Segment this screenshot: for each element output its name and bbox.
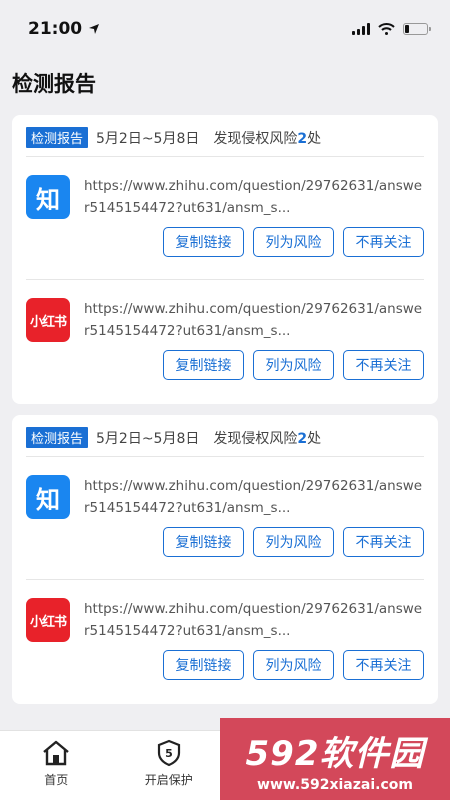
page-title: 检测报告: [12, 72, 96, 96]
mark-risk-button[interactable]: 列为风险: [253, 650, 334, 680]
status-left: 21:00: [28, 19, 100, 39]
report-card-header: 检测报告 5月2日~5月8日 发现侵权风险2处: [26, 427, 424, 457]
risk-count: 2: [297, 430, 308, 447]
item-actions: 复制链接 列为风险 不再关注: [84, 350, 424, 380]
tab-protect[interactable]: 5 开启保护: [113, 731, 226, 800]
zhihu-logo-icon: 知: [26, 175, 70, 219]
location-arrow-icon: [89, 24, 100, 34]
copy-link-button[interactable]: 复制链接: [163, 527, 244, 557]
item-url: https://www.zhihu.com/question/29762631/…: [84, 178, 423, 216]
item-url: https://www.zhihu.com/question/29762631/…: [84, 301, 423, 339]
risk-count: 2: [297, 130, 308, 147]
item-actions: 复制链接 列为风险 不再关注: [84, 227, 424, 257]
cellular-signal-icon: [352, 23, 370, 35]
svg-text:5: 5: [165, 747, 173, 760]
ignore-button[interactable]: 不再关注: [343, 527, 424, 557]
ignore-button[interactable]: 不再关注: [343, 650, 424, 680]
risk-suffix: 处: [307, 430, 322, 447]
ignore-button[interactable]: 不再关注: [343, 350, 424, 380]
xiaohongshu-logo-icon: 小红书: [26, 298, 70, 342]
xiaohongshu-logo-icon: 小红书: [26, 598, 70, 642]
list-item: 小红书 https://www.zhihu.com/question/29762…: [26, 279, 424, 401]
list-item: 知 https://www.zhihu.com/question/2976263…: [26, 157, 424, 279]
wifi-icon: [378, 23, 395, 35]
tab-protect-label: 开启保护: [144, 773, 193, 787]
ignore-button[interactable]: 不再关注: [343, 227, 424, 257]
report-date-range: 5月2日~5月8日: [96, 430, 200, 447]
report-card: 检测报告 5月2日~5月8日 发现侵权风险2处 知 https://www.zh…: [12, 115, 438, 404]
battery-icon: [403, 23, 431, 35]
risk-prefix: 发现侵权风险: [213, 130, 298, 147]
status-time: 21:00: [28, 19, 83, 39]
report-risk-summary: 发现侵权风险2处: [213, 428, 321, 448]
report-card: 检测报告 5月2日~5月8日 发现侵权风险2处 知 https://www.zh…: [12, 415, 438, 704]
report-risk-summary: 发现侵权风险2处: [213, 128, 321, 148]
list-item: 知 https://www.zhihu.com/question/2976263…: [26, 457, 424, 579]
mark-risk-button[interactable]: 列为风险: [253, 527, 334, 557]
tab-home-label: 首页: [44, 773, 69, 787]
list-item: 小红书 https://www.zhihu.com/question/29762…: [26, 579, 424, 701]
risk-suffix: 处: [307, 130, 322, 147]
item-actions: 复制链接 列为风险 不再关注: [84, 527, 424, 557]
item-url: https://www.zhihu.com/question/29762631/…: [84, 478, 423, 516]
risk-prefix: 发现侵权风险: [213, 430, 298, 447]
report-card-header: 检测报告 5月2日~5月8日 发现侵权风险2处: [26, 127, 424, 157]
copy-link-button[interactable]: 复制链接: [163, 350, 244, 380]
watermark-title: 592软件园: [245, 733, 425, 774]
item-url: https://www.zhihu.com/question/29762631/…: [84, 601, 423, 639]
copy-link-button[interactable]: 复制链接: [163, 227, 244, 257]
shield-icon: 5: [157, 739, 180, 767]
mark-risk-button[interactable]: 列为风险: [253, 227, 334, 257]
watermark-url: www.592xiazai.com: [257, 776, 413, 793]
watermark-logo: 592软件园 www.592xiazai.com: [220, 718, 450, 800]
tab-home[interactable]: 首页: [0, 731, 113, 800]
home-icon: [43, 740, 70, 766]
report-date-range: 5月2日~5月8日: [96, 130, 200, 147]
status-bar: 21:00: [0, 0, 450, 58]
item-actions: 复制链接 列为风险 不再关注: [84, 650, 424, 680]
mark-risk-button[interactable]: 列为风险: [253, 350, 334, 380]
report-tag: 检测报告: [26, 427, 89, 448]
zhihu-logo-icon: 知: [26, 475, 70, 519]
copy-link-button[interactable]: 复制链接: [163, 650, 244, 680]
status-right: [352, 23, 431, 35]
report-tag: 检测报告: [26, 127, 89, 148]
